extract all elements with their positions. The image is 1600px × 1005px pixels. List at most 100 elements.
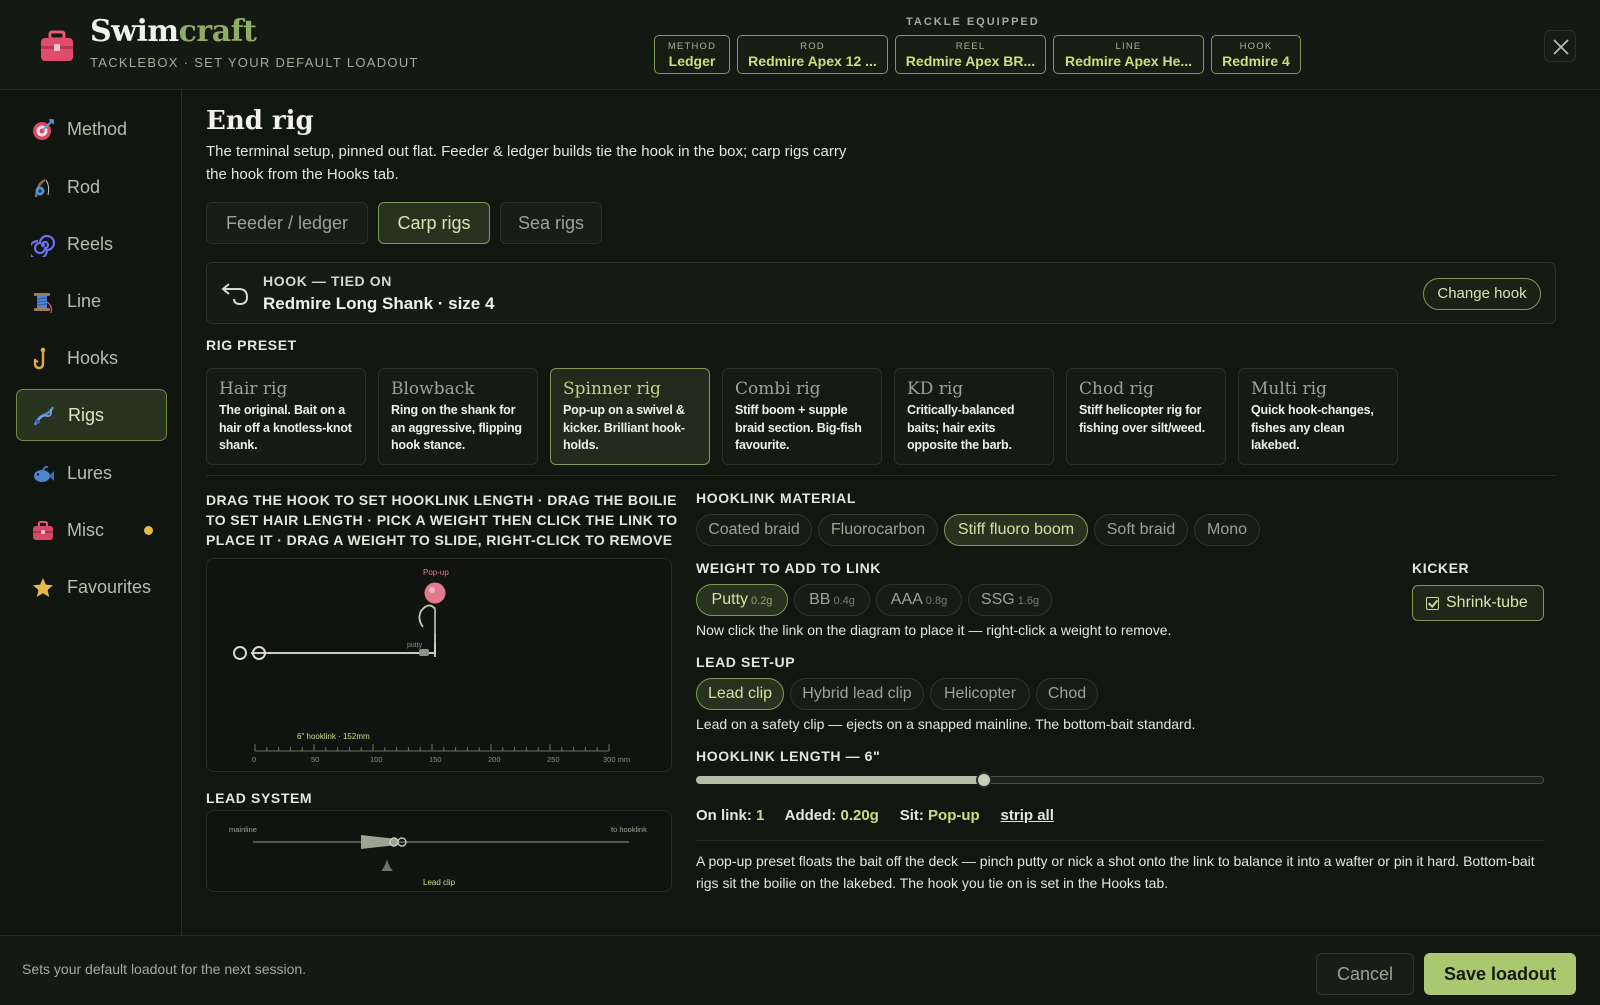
sidebar-item-rod[interactable]: Rod bbox=[16, 162, 167, 214]
hooklink-material-heading: HOOKLINK MATERIAL bbox=[696, 490, 857, 506]
preset-desc: Quick hook-changes, fishes any clean lak… bbox=[1251, 403, 1374, 452]
sidebar-item-rigs[interactable]: Rigs bbox=[16, 389, 167, 441]
hook-chip[interactable]: HOOK Redmire 4 bbox=[1211, 35, 1301, 74]
popup-boilie[interactable] bbox=[424, 582, 446, 604]
material-coated-braid[interactable]: Coated braid bbox=[696, 514, 812, 546]
preset-combi-rig[interactable]: Combi rig Stiff boom + supple braid sect… bbox=[722, 368, 882, 465]
added-label: Added: bbox=[784, 807, 837, 824]
preset-name: KD rig bbox=[907, 379, 964, 399]
popup-label: Pop-up bbox=[423, 568, 449, 577]
weight-aaa[interactable]: AAA 0.8g bbox=[876, 584, 962, 616]
material-fluorocarbon[interactable]: Fluorocarbon bbox=[818, 514, 938, 546]
lead-setup-hybrid-lead-clip[interactable]: Hybrid lead clip bbox=[790, 678, 924, 710]
save-loadout-button[interactable]: Save loadout bbox=[1424, 953, 1576, 995]
rod-chip[interactable]: ROD Redmire Apex 12 ... bbox=[737, 35, 888, 74]
preset-hair-rig[interactable]: Hair rig The original. Bait on a hair of… bbox=[206, 368, 366, 465]
method-chip[interactable]: METHOD Ledger bbox=[654, 35, 730, 74]
chip-value: Ledger bbox=[668, 53, 716, 69]
sidebar-item-label: Line bbox=[67, 291, 102, 311]
reel-chip[interactable]: REEL Redmire Apex BR... bbox=[895, 35, 1046, 74]
sidebar-item-lures[interactable]: Lures bbox=[16, 448, 167, 500]
preset-desc: Stiff boom + supple braid section. Big-f… bbox=[735, 403, 862, 452]
weight-name: AAA bbox=[890, 591, 923, 608]
sit-label: Sit: bbox=[899, 807, 924, 824]
lead-setup-lead-clip[interactable]: Lead clip bbox=[696, 678, 784, 710]
sidebar-item-reels[interactable]: Reels bbox=[16, 219, 167, 271]
lead-system-heading: LEAD SYSTEM bbox=[206, 790, 313, 806]
divider bbox=[206, 475, 1556, 476]
fish-icon bbox=[34, 466, 54, 482]
sidebar-item-favourites[interactable]: Favourites bbox=[16, 562, 167, 614]
weight-name: Putty bbox=[711, 591, 749, 608]
ruler: 0 50 100 150 200 250 300 mm bbox=[252, 744, 630, 764]
sidebar-item-label: Reels bbox=[67, 234, 114, 254]
tab-feeder-ledger[interactable]: Feeder / ledger bbox=[206, 202, 368, 244]
kicker-shrink-tube-toggle[interactable]: Shrink-tube bbox=[1412, 585, 1544, 621]
lead-clip-icon bbox=[361, 835, 397, 849]
preset-spinner-rig[interactable]: Spinner rig Pop-up on a swivel & kicker.… bbox=[550, 368, 710, 465]
hooklink-length-slider[interactable] bbox=[696, 772, 1544, 788]
slider-fill bbox=[696, 776, 985, 784]
rig-footnote: A pop-up preset floats the bait off the … bbox=[696, 853, 1535, 891]
material-mono[interactable]: Mono bbox=[1194, 514, 1260, 546]
page-title: End rig bbox=[206, 106, 314, 136]
hook-value: Redmire Long Shank · size 4 bbox=[263, 294, 495, 313]
change-hook-button[interactable]: Change hook bbox=[1423, 278, 1541, 310]
footer: Sets your default loadout for the next s… bbox=[0, 935, 1600, 1005]
lead-note: Lead on a safety clip — ejects on a snap… bbox=[696, 716, 1196, 732]
preset-name: Chod rig bbox=[1079, 379, 1154, 399]
kicker-label: Shrink-tube bbox=[1446, 594, 1528, 611]
chip-key: LINE bbox=[1115, 41, 1142, 52]
lead-setup-chod[interactable]: Chod bbox=[1036, 678, 1098, 710]
material-stiff-fluoro-boom[interactable]: Stiff fluoro boom bbox=[944, 514, 1088, 546]
putty-weight[interactable] bbox=[419, 649, 429, 656]
weight-ssg[interactable]: SSG 1.6g bbox=[968, 584, 1052, 616]
ruler-tick-label: 50 bbox=[311, 755, 319, 764]
hooklink-length-label: 6" hooklink · 152mm bbox=[297, 732, 370, 741]
preset-multi-rig[interactable]: Multi rig Quick hook-changes, fishes any… bbox=[1238, 368, 1398, 465]
rig-diagram-canvas: putty Pop-up 6" hooklink · 152mm 0 50 100 1… bbox=[233, 568, 630, 764]
sidebar: Method Rod Reels Line Hooks Rigs Lures M… bbox=[0, 90, 182, 935]
preset-chod-rig[interactable]: Chod rig Stiff helicopter rig for fishin… bbox=[1066, 368, 1226, 465]
sidebar-item-hooks[interactable]: Hooks bbox=[16, 333, 167, 385]
tab-sea-rigs[interactable]: Sea rigs bbox=[500, 202, 602, 244]
preset-name: Multi rig bbox=[1251, 379, 1327, 399]
on-link-label: On link: bbox=[696, 807, 752, 824]
lead-system-canvas: mainline to hooklink Lead clip bbox=[229, 825, 647, 887]
ruler-tick-label: 300 mm bbox=[603, 755, 630, 764]
strip-all-link[interactable]: strip all bbox=[1001, 807, 1054, 824]
star-icon bbox=[33, 578, 53, 597]
chip-key: ROD bbox=[800, 41, 825, 52]
rig-icon bbox=[33, 406, 55, 426]
sidebar-item-misc[interactable]: Misc bbox=[16, 505, 167, 557]
preset-kd-rig[interactable]: KD rig Critically-balanced baits; hair e… bbox=[894, 368, 1054, 465]
weight-putty[interactable]: Putty 0.2g bbox=[696, 584, 788, 616]
rig-diagram[interactable]: putty Pop-up 6" hooklink · 152mm 0 50 100 1… bbox=[206, 558, 672, 772]
slider-thumb[interactable] bbox=[976, 772, 993, 788]
preset-name: Spinner rig bbox=[563, 379, 661, 399]
target-icon bbox=[33, 119, 54, 140]
tab-carp-rigs[interactable]: Carp rigs bbox=[378, 202, 490, 244]
close-button[interactable] bbox=[1544, 30, 1576, 62]
checkbox-checked-icon bbox=[1426, 597, 1439, 610]
sidebar-item-line[interactable]: Line bbox=[16, 276, 167, 328]
rig-stats: On link: 1 Added: 0.20g Sit: Pop-up stri… bbox=[696, 807, 1054, 824]
weight-size: 0.8g bbox=[925, 595, 948, 607]
cancel-button[interactable]: Cancel bbox=[1316, 953, 1414, 995]
material-soft-braid[interactable]: Soft braid bbox=[1094, 514, 1188, 546]
header: Swimcraft TACKLEBOX · SET YOUR DEFAULT L… bbox=[0, 0, 1600, 90]
lead-setup-helicopter[interactable]: Helicopter bbox=[930, 678, 1030, 710]
ruler-tick-label: 200 bbox=[488, 755, 501, 764]
sidebar-item-method[interactable]: Method bbox=[16, 104, 167, 156]
weight-bb[interactable]: BB 0.4g bbox=[794, 584, 870, 616]
line-chip[interactable]: LINE Redmire Apex He... bbox=[1053, 35, 1204, 74]
hooklink-length-heading: HOOKLINK LENGTH — 6" bbox=[696, 748, 881, 764]
brand-part-1: Swim bbox=[90, 14, 179, 49]
sidebar-item-label: Lures bbox=[67, 463, 113, 483]
preset-desc: Pop-up on a swivel & kicker. Brilliant h… bbox=[563, 403, 685, 452]
hook-return-icon bbox=[221, 283, 249, 306]
brand-part-2: craft bbox=[178, 14, 257, 49]
divider bbox=[696, 840, 1544, 841]
preset-blowback[interactable]: Blowback Ring on the shank for an aggres… bbox=[378, 368, 538, 465]
weight-size: 0.2g bbox=[751, 595, 773, 607]
